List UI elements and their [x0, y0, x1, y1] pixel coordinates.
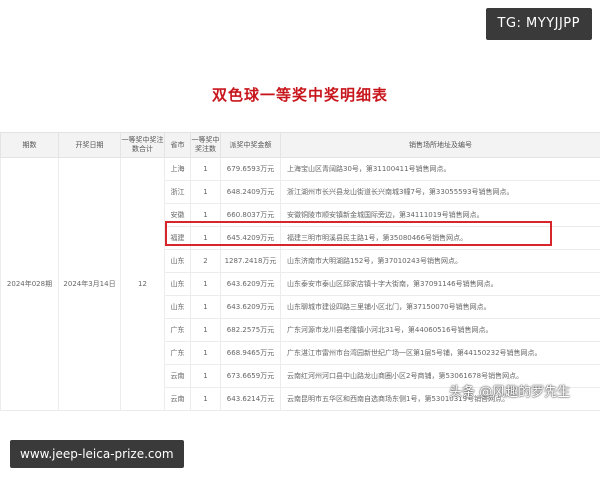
- amount-cell: 682.2575万元: [220, 318, 281, 342]
- province-cell: 山东: [164, 295, 191, 319]
- province-cell: 广东: [164, 318, 191, 342]
- site-badge: www.jeep-leica-prize.com: [10, 440, 184, 468]
- count-cell: 1: [190, 364, 221, 388]
- province-cell: 山东: [164, 272, 191, 296]
- address-cell: 上海宝山区青阔路30号，第31100411号销售网点。: [280, 157, 600, 181]
- province-cell: 上海: [164, 157, 191, 181]
- count-cell: 1: [190, 203, 221, 227]
- province-cell: 浙江: [164, 180, 191, 204]
- amount-cell: 679.6593万元: [220, 157, 281, 181]
- document-title: 双色球一等奖中奖明细表: [211, 86, 388, 104]
- amount-cell: 643.6209万元: [220, 272, 281, 296]
- col-header-amount: 派奖中奖金额: [220, 132, 281, 158]
- col-header-issue: 期数: [0, 132, 59, 158]
- amount-cell: 668.9465万元: [220, 341, 281, 365]
- count-cell: 1: [190, 226, 221, 250]
- address-cell: 山东泰安市泰山区邱家店镇十字大街南，第37091146号销售网点。: [280, 272, 600, 296]
- count-cell: 2: [190, 249, 221, 273]
- col-header-total: 一等奖中奖注数合计: [120, 132, 165, 158]
- address-cell: 福建三明市明溪县民主路1号，第35080466号销售网点。: [280, 226, 600, 250]
- amount-cell: 643.6214万元: [220, 387, 281, 411]
- col-header-address: 销售场所地址及编号: [280, 132, 600, 158]
- address-cell: 浙江湖州市长兴县龙山街道长兴南城3幢7号，第33055593号销售网点。: [280, 180, 600, 204]
- issue-cell: 2024年028期: [0, 157, 59, 411]
- count-cell: 1: [190, 157, 221, 181]
- province-cell: 安徽: [164, 203, 191, 227]
- winners-table: 期数 开奖日期 一等奖中奖注数合计 省市 一等奖中奖注数 派奖中奖金额 销售场所…: [0, 132, 600, 411]
- screenshot: TG: MYYJJPP 双色球一等奖中奖明细表 期数 开奖日期 一等奖中奖注数合…: [0, 0, 600, 480]
- total-count-cell: 12: [120, 157, 165, 411]
- count-cell: 1: [190, 387, 221, 411]
- table-header-row: 期数 开奖日期 一等奖中奖注数合计 省市 一等奖中奖注数 派奖中奖金额 销售场所…: [0, 132, 600, 158]
- address-cell: 广东河源市龙川县老隆镇小河北31号，第44060516号销售网点。: [280, 318, 600, 342]
- watermark-text: 头条 @风趣的罗先生: [449, 385, 571, 400]
- count-cell: 1: [190, 341, 221, 365]
- lottery-document: 双色球一等奖中奖明细表 期数 开奖日期 一等奖中奖注数合计 省市 一等奖中奖注数: [0, 70, 600, 411]
- address-cell: 广东湛江市雷州市台湾园新世纪广场一区第1层5号铺，第44150232号销售网点。: [280, 341, 600, 365]
- amount-cell: 648.2409万元: [220, 180, 281, 204]
- province-cell: 广东: [164, 341, 191, 365]
- tg-badge: TG: MYYJJPP: [485, 8, 592, 40]
- col-header-date: 开奖日期: [58, 132, 121, 158]
- amount-cell: 1287.2418万元: [220, 249, 281, 273]
- address-cell: 山东聊城市建设四路三里铺小区北门，第37150070号销售网点。: [280, 295, 600, 319]
- amount-cell: 660.8037万元: [220, 203, 281, 227]
- count-cell: 1: [190, 295, 221, 319]
- count-cell: 1: [190, 180, 221, 204]
- amount-cell: 673.6659万元: [220, 364, 281, 388]
- col-header-count: 一等奖中奖注数: [190, 132, 221, 158]
- province-cell: 云南: [164, 387, 191, 411]
- count-cell: 1: [190, 318, 221, 342]
- col-header-province: 省市: [164, 132, 191, 158]
- province-cell: 山东: [164, 249, 191, 273]
- table-row: 2024年028期 2024年3月14日 12 上海 1 679.6593万元 …: [0, 157, 600, 411]
- amount-cell: 645.4209万元: [220, 226, 281, 250]
- province-cell: 云南: [164, 364, 191, 388]
- date-cell: 2024年3月14日: [58, 157, 121, 411]
- address-cell: 山东济南市大明湖路152号，第37010243号销售网点。: [280, 249, 600, 273]
- count-cell: 1: [190, 272, 221, 296]
- province-cell: 福建: [164, 226, 191, 250]
- address-cell: 安徽铜陵市顺安镇新金城国际旁边，第34111019号销售网点。: [280, 203, 600, 227]
- amount-cell: 643.6209万元: [220, 295, 281, 319]
